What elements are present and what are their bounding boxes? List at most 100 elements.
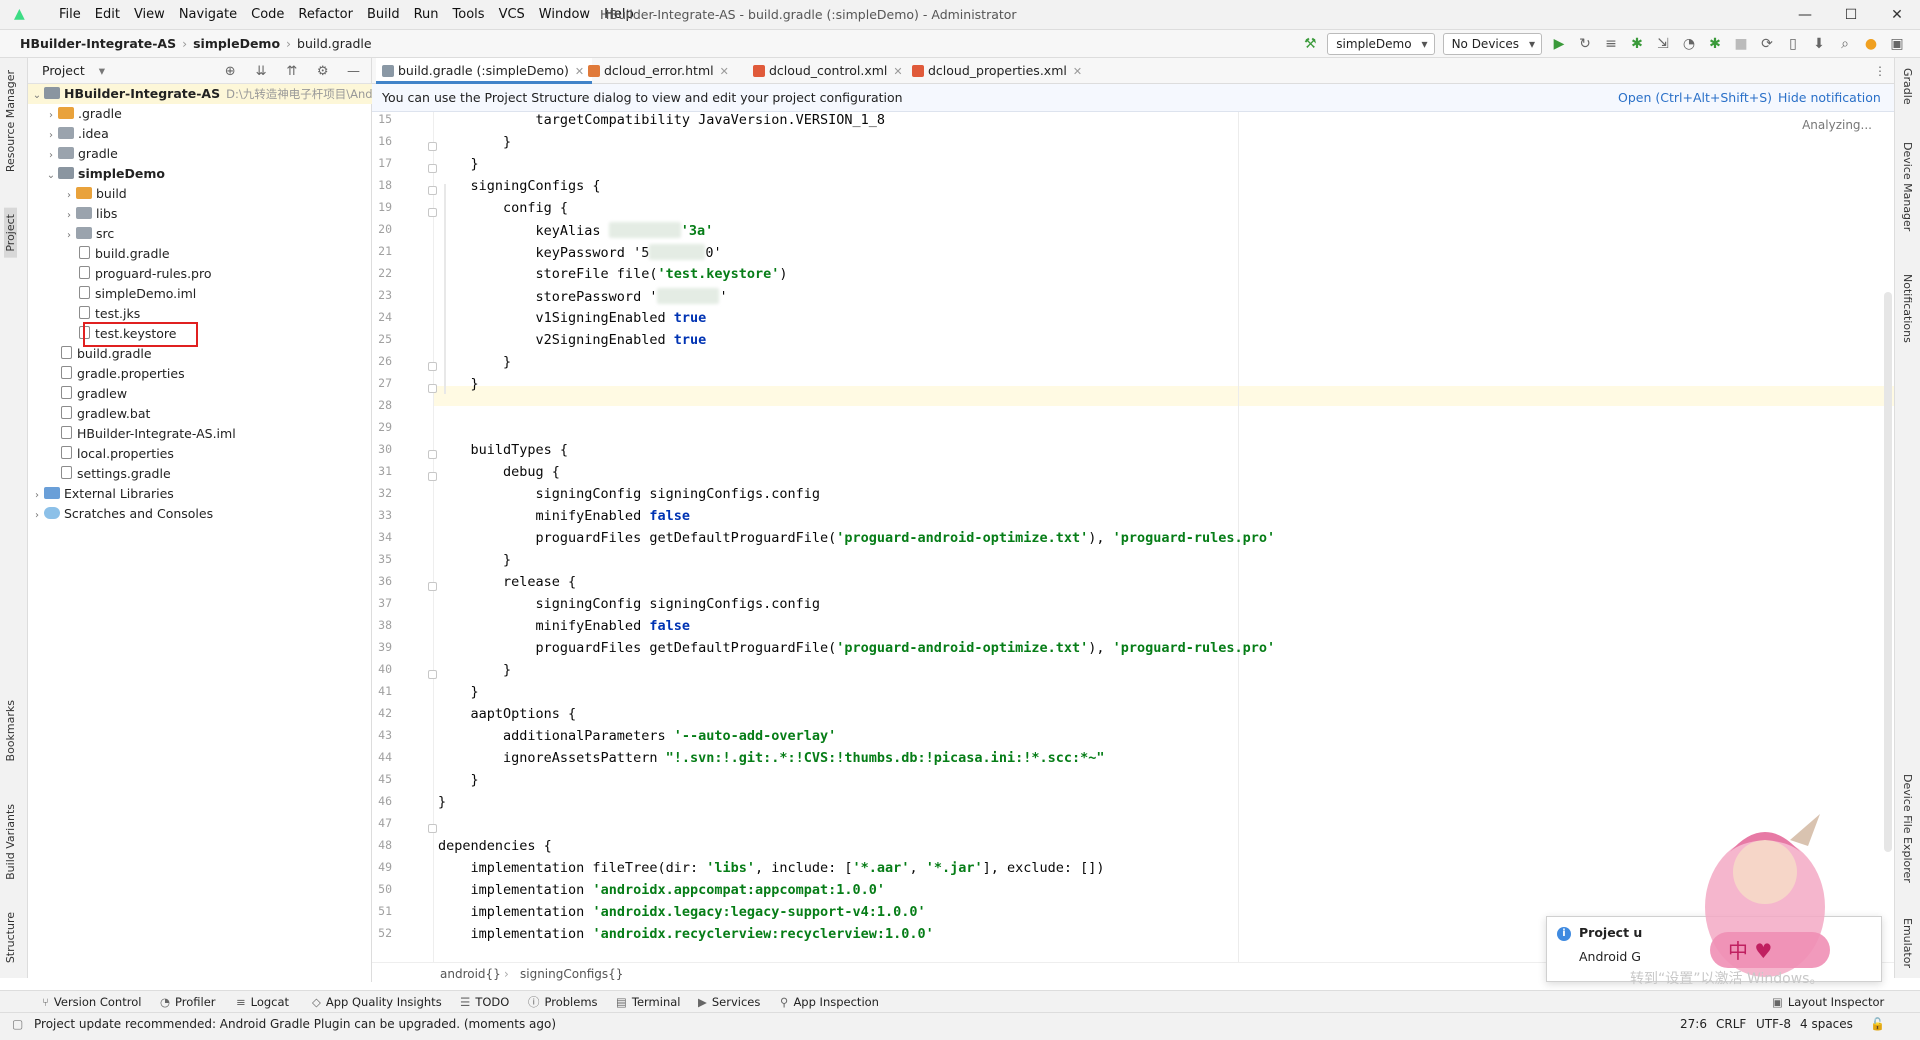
status-message[interactable]: Project update recommended: Android Grad… [34, 1013, 556, 1035]
indent-setting[interactable]: 4 spaces [1800, 1013, 1853, 1035]
code-breadcrumb-signing-configs[interactable]: signingConfigs{} [520, 963, 623, 985]
tree-item-build[interactable]: › build [28, 184, 372, 204]
hide-icon[interactable]: — [340, 59, 367, 85]
device-manager-icon[interactable]: ▯ [1780, 30, 1806, 58]
tree-item-settings-gradle[interactable]: settings.gradle [28, 464, 372, 484]
breadcrumb-project[interactable]: HBuilder-Integrate-AS [20, 36, 176, 51]
menu-navigate[interactable]: Navigate [172, 0, 244, 30]
attach-icon[interactable]: ✱ [1702, 30, 1728, 58]
tree-item-libs[interactable]: › libs [28, 204, 372, 224]
tool-tab-bookmarks[interactable]: Bookmarks [4, 700, 17, 761]
more-tabs-icon[interactable]: ⋮ [1874, 58, 1886, 84]
tree-item-simpledemo[interactable]: ⌄ simpleDemo [28, 164, 372, 184]
menu-vcs[interactable]: VCS [492, 0, 532, 30]
line-separator[interactable]: CRLF [1716, 1013, 1746, 1035]
debug-icon[interactable]: ✱ [1624, 30, 1650, 58]
menu-code[interactable]: Code [244, 0, 291, 30]
tree-item-external-libraries[interactable]: › External Libraries [28, 484, 372, 504]
caret-position[interactable]: 27:6 [1680, 1013, 1707, 1035]
tree-item-gradle-properties[interactable]: gradle.properties [28, 364, 372, 384]
close-tab-icon[interactable]: ✕ [1073, 65, 1082, 78]
tool-tab-emulator[interactable]: Emulator [1901, 918, 1914, 968]
fold-marker-icon[interactable] [428, 186, 437, 195]
tab-dcloud-error-html[interactable]: dcloud_error.html ✕ [582, 58, 729, 84]
tree-item-simpledemo-iml[interactable]: simpleDemo.iml [28, 284, 372, 304]
tree-item-scratches[interactable]: › Scratches and Consoles [28, 504, 372, 524]
menu-refactor[interactable]: Refactor [291, 0, 360, 30]
tool-services[interactable]: ▶ Services [698, 991, 760, 1013]
menu-build[interactable]: Build [360, 0, 407, 30]
breadcrumb-file[interactable]: build.gradle [297, 36, 372, 51]
rerun-icon[interactable]: ↻ [1572, 30, 1598, 58]
tree-item-project-iml[interactable]: HBuilder-Integrate-AS.iml [28, 424, 372, 444]
locate-icon[interactable]: ⊕ [217, 59, 244, 85]
tool-app-inspection[interactable]: ⚲ App Inspection [780, 991, 879, 1013]
fold-marker-icon[interactable] [428, 384, 437, 393]
chevron-right-icon[interactable]: › [44, 146, 58, 166]
close-button[interactable]: ✕ [1874, 0, 1920, 30]
run-icon[interactable]: ▶ [1546, 30, 1572, 58]
code-breadcrumb-android[interactable]: android{} [440, 963, 501, 985]
open-project-structure-link[interactable]: Open (Ctrl+Alt+Shift+S) [1618, 84, 1772, 112]
fold-marker-icon[interactable] [428, 582, 437, 591]
breadcrumb-module[interactable]: simpleDemo [193, 36, 280, 51]
tree-item-idea[interactable]: › .idea [28, 124, 372, 144]
lock-icon[interactable]: 🔓 [1870, 1013, 1885, 1035]
tool-tab-structure[interactable]: Structure [4, 912, 17, 963]
tree-item-dot-gradle[interactable]: › .gradle [28, 104, 372, 124]
chevron-right-icon[interactable]: › [44, 106, 58, 126]
chevron-right-icon[interactable]: › [30, 486, 44, 506]
tool-tab-gradle[interactable]: Gradle [1901, 68, 1914, 105]
device-dropdown[interactable]: No Devices [1442, 33, 1542, 55]
settings-icon[interactable]: ▣ [1884, 30, 1910, 58]
tree-item-src[interactable]: › src [28, 224, 372, 244]
menu-edit[interactable]: Edit [88, 0, 127, 30]
tree-item-root[interactable]: ⌄ HBuilder-Integrate-AS D:\九转造神电子杆项目\Andro [28, 84, 384, 106]
fold-marker-icon[interactable] [428, 670, 437, 679]
tool-problems[interactable]: ⓘ Problems [528, 991, 598, 1013]
fold-marker-icon[interactable] [428, 142, 437, 151]
tool-tab-notifications[interactable]: Notifications [1901, 274, 1914, 343]
fold-marker-icon[interactable] [428, 362, 437, 371]
tool-tab-build-variants[interactable]: Build Variants [4, 804, 17, 880]
file-encoding[interactable]: UTF-8 [1756, 1013, 1791, 1035]
chevron-down-icon[interactable]: ⌄ [30, 86, 44, 106]
tool-app-quality-insights[interactable]: ◇ App Quality Insights [312, 991, 442, 1013]
tool-tab-resource-manager[interactable]: Resource Manager [4, 70, 17, 172]
tree-item-gradle[interactable]: › gradle [28, 144, 372, 164]
tree-item-test-keystore[interactable]: test.keystore [28, 324, 372, 344]
sdk-manager-icon[interactable]: ⬇ [1806, 30, 1832, 58]
chevron-down-icon[interactable]: ⌄ [44, 166, 58, 186]
close-tab-icon[interactable]: ✕ [720, 65, 729, 78]
chevron-right-icon[interactable]: › [30, 506, 44, 526]
tool-version-control[interactable]: ⑂ Version Control [42, 991, 141, 1013]
tool-logcat[interactable]: ≡ Logcat [236, 991, 289, 1013]
tool-tab-device-manager[interactable]: Device Manager [1901, 142, 1914, 231]
close-tab-icon[interactable]: ✕ [893, 65, 902, 78]
tab-dcloud-control-xml[interactable]: dcloud_control.xml ✕ [747, 58, 903, 84]
status-toggle-icon[interactable]: ▢ [12, 1013, 23, 1035]
fold-marker-icon[interactable] [428, 164, 437, 173]
code-editor[interactable]: Analyzing... 15 16 17 18 19 20 21 22 23 … [372, 112, 1894, 962]
tool-todo[interactable]: ☰ TODO [460, 991, 509, 1013]
run-config-dropdown[interactable]: simpleDemo [1327, 33, 1435, 55]
maximize-button[interactable]: ☐ [1828, 0, 1874, 30]
tool-profiler[interactable]: ◔ Profiler [160, 991, 216, 1013]
chevron-right-icon[interactable]: › [44, 126, 58, 146]
fold-marker-icon[interactable] [428, 472, 437, 481]
sync-gradle-icon[interactable]: ⟳ [1754, 30, 1780, 58]
project-view-dropdown[interactable]: Project ▾ [42, 58, 105, 84]
tool-layout-inspector[interactable]: ▣ Layout Inspector [1772, 991, 1884, 1013]
gear-icon[interactable]: ⚙ [309, 59, 336, 85]
apply-changes-icon[interactable]: ≡ [1598, 30, 1624, 58]
fold-marker-icon[interactable] [428, 208, 437, 217]
tree-item-proguard-rules[interactable]: proguard-rules.pro [28, 264, 372, 284]
tool-tab-project[interactable]: Project [4, 208, 17, 258]
stop-icon[interactable]: ■ [1728, 30, 1754, 58]
expand-all-icon[interactable]: ⇊ [248, 59, 275, 85]
menu-window[interactable]: Window [532, 0, 597, 30]
tree-item-root-build-gradle[interactable]: build.gradle [28, 344, 372, 364]
tree-item-gradlew-bat[interactable]: gradlew.bat [28, 404, 372, 424]
fold-marker-icon[interactable] [428, 824, 437, 833]
chevron-right-icon[interactable]: › [62, 186, 76, 206]
